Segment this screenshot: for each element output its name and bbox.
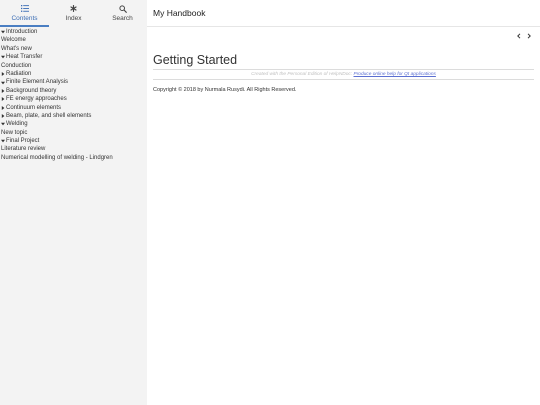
- chevron-right-icon: [527, 32, 531, 39]
- toc-item[interactable]: Literature review: [0, 145, 147, 153]
- toc-item-label: Conduction: [1, 62, 32, 69]
- next-topic-button[interactable]: [524, 31, 534, 41]
- caret-down-icon: [1, 137, 5, 145]
- toc-item-label: What's new: [1, 45, 32, 52]
- caret-right-icon: [1, 87, 5, 95]
- toc-item-label: Beam, plate, and shell elements: [6, 112, 92, 119]
- tab-contents-label: Contents: [11, 15, 38, 22]
- caret-right-icon: [1, 70, 5, 78]
- toc-item[interactable]: Background theory: [0, 87, 147, 95]
- creator-link[interactable]: Produce online help for Qt applications: [354, 72, 436, 77]
- tab-contents[interactable]: Contents: [0, 0, 49, 27]
- tab-index[interactable]: Index: [49, 0, 98, 27]
- caret-right-icon: [1, 95, 5, 103]
- tab-search[interactable]: Search: [98, 0, 147, 27]
- main-panel: My Handbook Getting Started Created with…: [147, 0, 540, 405]
- creator-note: Created with the Personal Edition of Hel…: [153, 72, 534, 78]
- table-of-contents: Introduction Welcome What's new Heat Tra…: [0, 27, 147, 162]
- toc-item-label: Radiation: [6, 70, 32, 77]
- toc-item-label: FE energy approaches: [6, 96, 67, 103]
- app-title: My Handbook: [153, 8, 206, 18]
- creator-text: Created with the Personal Edition of Hel…: [251, 72, 353, 77]
- toc-item-label: Welding: [6, 121, 28, 128]
- toc-item[interactable]: Numerical modelling of welding - Lindgre…: [0, 154, 147, 162]
- sidebar: Contents Index Search Introduction Welco…: [0, 0, 147, 405]
- toc-item[interactable]: New topic: [0, 129, 147, 137]
- toc-item[interactable]: Final Project: [0, 137, 147, 145]
- caret-down-icon: [1, 120, 5, 128]
- toc-item[interactable]: Beam, plate, and shell elements: [0, 112, 147, 120]
- caret-right-icon: [1, 112, 5, 120]
- toc-item[interactable]: What's new: [0, 45, 147, 53]
- toc-item[interactable]: Introduction: [0, 28, 147, 36]
- toc-item-label: Final Project: [6, 138, 40, 145]
- search-icon: [118, 4, 128, 13]
- caret-right-icon: [1, 104, 5, 112]
- list-icon: [20, 4, 30, 13]
- toc-item-label: Heat Transfer: [6, 54, 43, 61]
- header: My Handbook: [147, 0, 540, 27]
- tab-index-label: Index: [65, 15, 82, 22]
- asterisk-icon: [69, 4, 79, 13]
- previous-topic-button[interactable]: [514, 31, 524, 41]
- chevron-left-icon: [517, 32, 521, 39]
- page-title: Getting Started: [153, 53, 238, 67]
- toc-item[interactable]: Continuum elements: [0, 104, 147, 112]
- toc-item-label: Introduction: [6, 29, 38, 35]
- caret-down-icon: [1, 79, 5, 87]
- toc-item-label: Background theory: [6, 87, 57, 94]
- divider: [153, 79, 534, 80]
- toc-item[interactable]: Welcome: [0, 36, 147, 44]
- toc-item-label: Continuum elements: [6, 104, 62, 111]
- caret-down-icon: [1, 53, 5, 61]
- sidebar-tabs: Contents Index Search: [0, 0, 147, 27]
- tab-search-label: Search: [112, 15, 133, 22]
- toc-item-label: Welcome: [1, 37, 26, 44]
- toc-item[interactable]: FE energy approaches: [0, 95, 147, 103]
- toc-item-label: Numerical modelling of welding - Lindgre…: [1, 154, 113, 161]
- topic-navigation: [147, 27, 540, 44]
- toc-item[interactable]: Welding: [0, 120, 147, 128]
- toc-item[interactable]: Finite Element Analysis: [0, 78, 147, 86]
- toc-item-label: Literature review: [1, 146, 46, 153]
- divider: [153, 69, 534, 70]
- toc-item-label: New topic: [1, 129, 28, 136]
- caret-down-icon: [1, 28, 5, 36]
- topic-content: Getting Started Created with the Persona…: [147, 53, 540, 94]
- toc-item[interactable]: Conduction: [0, 62, 147, 70]
- toc-item[interactable]: Heat Transfer: [0, 53, 147, 61]
- toc-item[interactable]: Radiation: [0, 70, 147, 78]
- toc-item-label: Finite Element Analysis: [6, 79, 69, 86]
- copyright-text: Copyright © 2018 by Nurmala Rusydi. All …: [153, 87, 297, 93]
